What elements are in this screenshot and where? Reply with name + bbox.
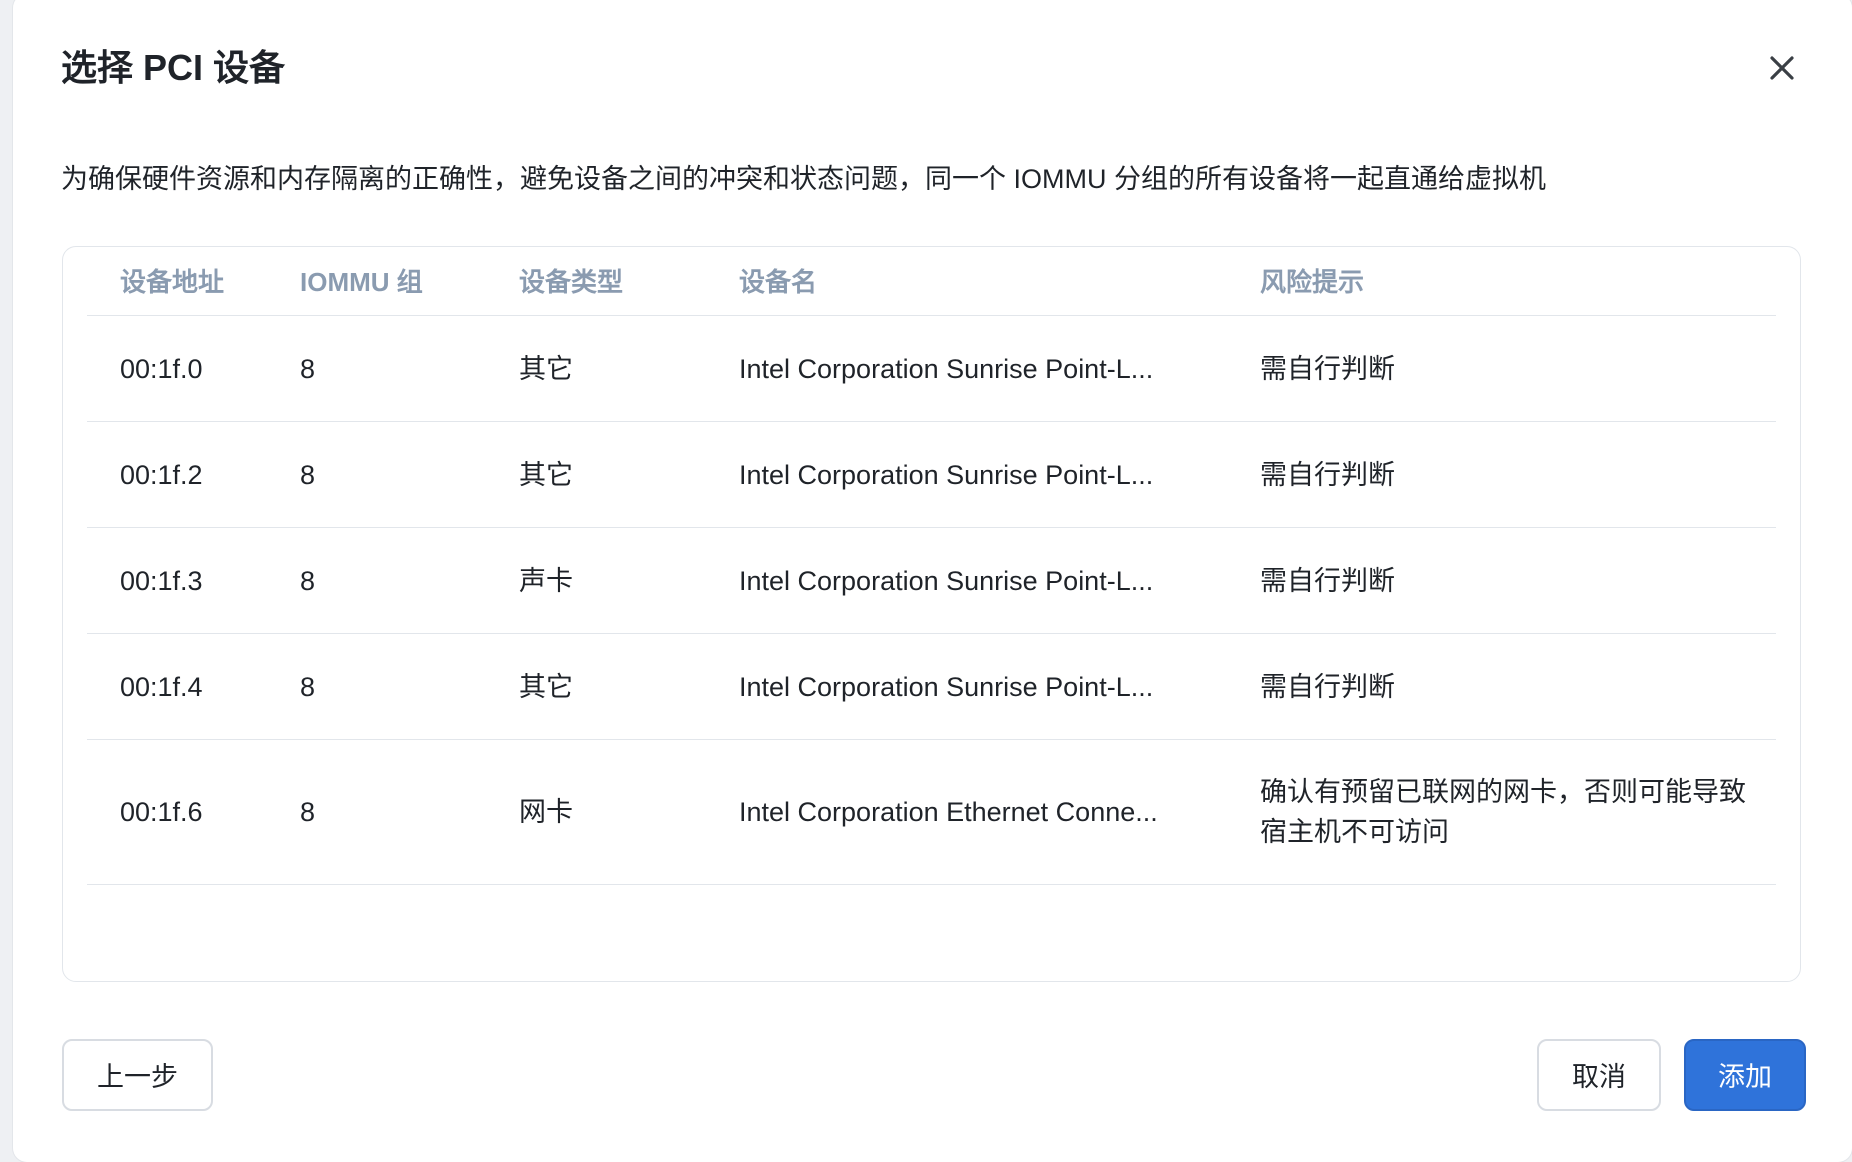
cell-risk: 确认有预留已联网的网卡，否则可能导致宿主机不可访问	[1260, 777, 1746, 847]
cell-device-type: 其它	[519, 353, 573, 384]
cell-iommu-group: 8	[300, 353, 316, 384]
header-address: 设备地址	[120, 267, 225, 297]
cell-risk: 需自行判断	[1260, 565, 1395, 596]
cell-device-name: Intel Corporation Sunrise Point-L...	[739, 459, 1154, 490]
cell-device-type: 其它	[519, 671, 573, 702]
cell-address: 00:1f.6	[120, 797, 203, 827]
cell-iommu-group: 8	[300, 459, 316, 490]
cell-address: 00:1f.2	[120, 459, 203, 490]
device-table: 设备地址 IOMMU 组 设备类型 设备名 风险提示 00:1f.0 8 其它 …	[62, 246, 1801, 982]
close-icon	[1770, 56, 1794, 80]
cell-address: 00:1f.4	[120, 671, 203, 702]
dialog-title: 选择 PCI 设备	[61, 47, 286, 88]
cell-iommu-group: 8	[300, 671, 316, 702]
cell-device-type: 其它	[519, 459, 573, 490]
cell-risk: 需自行判断	[1260, 671, 1395, 702]
cell-device-type: 网卡	[519, 797, 573, 827]
cell-device-name: Intel Corporation Sunrise Point-L...	[739, 671, 1154, 702]
close-button[interactable]	[1760, 46, 1804, 90]
cancel-button[interactable]: 取消	[1537, 1039, 1661, 1111]
table-row[interactable]: 00:1f.0 8 其它 Intel Corporation Sunrise P…	[87, 316, 1776, 422]
cell-device-name: Intel Corporation Ethernet Conne...	[739, 797, 1158, 827]
table-row[interactable]: 00:1f.2 8 其它 Intel Corporation Sunrise P…	[87, 422, 1776, 528]
header-iommu-group: IOMMU 组	[300, 267, 423, 297]
header-risk: 风险提示	[1260, 267, 1365, 297]
table-header: 设备地址 IOMMU 组 设备类型 设备名 风险提示	[87, 247, 1776, 316]
cell-device-name: Intel Corporation Sunrise Point-L...	[739, 565, 1154, 596]
cell-iommu-group: 8	[300, 565, 316, 596]
pci-device-dialog: 选择 PCI 设备 为确保硬件资源和内存隔离的正确性，避免设备之间的冲突和状态问…	[13, 0, 1852, 1162]
dialog-description: 为确保硬件资源和内存隔离的正确性，避免设备之间的冲突和状态问题，同一个 IOMM…	[61, 164, 1546, 194]
table-row[interactable]: 00:1f.6 8 网卡 Intel Corporation Ethernet …	[87, 740, 1776, 885]
cell-device-name: Intel Corporation Sunrise Point-L...	[739, 353, 1154, 384]
add-button[interactable]: 添加	[1684, 1039, 1806, 1111]
table-row[interactable]: 00:1f.3 8 声卡 Intel Corporation Sunrise P…	[87, 528, 1776, 634]
table-row[interactable]: 00:1f.4 8 其它 Intel Corporation Sunrise P…	[87, 634, 1776, 740]
cell-address: 00:1f.0	[120, 353, 203, 384]
cell-address: 00:1f.3	[120, 565, 203, 596]
cell-iommu-group: 8	[300, 797, 316, 827]
cell-risk: 需自行判断	[1260, 353, 1395, 384]
previous-step-button[interactable]: 上一步	[62, 1039, 213, 1111]
header-device-type: 设备类型	[519, 267, 624, 297]
cell-device-type: 声卡	[519, 565, 573, 596]
header-device-name: 设备名	[739, 267, 818, 297]
cell-risk: 需自行判断	[1260, 459, 1395, 490]
